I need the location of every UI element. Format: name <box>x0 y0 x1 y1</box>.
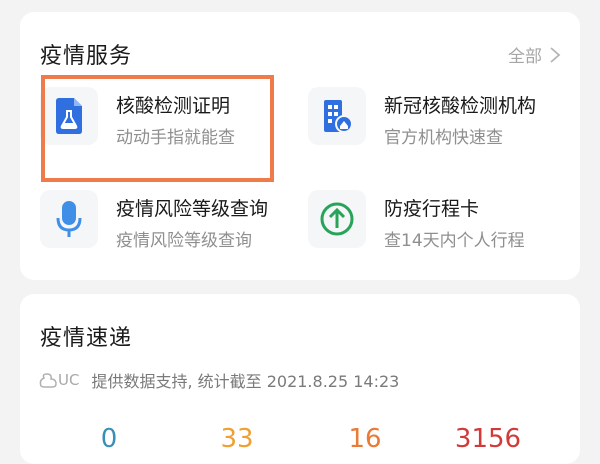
express-title: 疫情速递 <box>40 326 133 351</box>
service-item-title: 疫情风险等级查询 <box>116 198 269 220</box>
service-item-subtitle: 官方机构快速查 <box>384 128 503 148</box>
view-all-label: 全部 <box>508 47 542 67</box>
epidemic-services-card: 疫情服务 全部 核酸检测证明 动动手指就能查 新冠核酸检测机构 官方机构快速查 … <box>20 12 580 280</box>
uc-brand-text: UC <box>58 371 80 389</box>
microphone-icon <box>40 190 98 248</box>
service-item-testing-institutions[interactable]: 新冠核酸检测机构 官方机构快速查 <box>308 87 568 157</box>
service-item-title: 防疫行程卡 <box>384 198 480 220</box>
services-title: 疫情服务 <box>40 44 133 69</box>
hospital-building-icon <box>308 87 366 145</box>
upload-circle-icon <box>308 190 366 248</box>
service-item-title: 新冠核酸检测机构 <box>384 95 537 117</box>
data-source-line: UC 提供数据支持, 统计截至 2021.8.25 14:23 <box>38 368 399 392</box>
chevron-right-icon <box>550 46 561 63</box>
lab-flask-document-icon <box>40 87 98 145</box>
uc-logo: UC <box>38 371 79 389</box>
service-item-nucleic-test-proof[interactable]: 核酸检测证明 动动手指就能查 <box>40 87 300 157</box>
service-item-subtitle: 动动手指就能查 <box>116 128 235 148</box>
service-item-risk-level-query[interactable]: 疫情风险等级查询 疫情风险等级查询 <box>40 190 300 260</box>
squirrel-icon <box>39 373 57 388</box>
service-item-subtitle: 疫情风险等级查询 <box>116 231 252 251</box>
service-item-subtitle: 查14天内个人行程 <box>384 231 525 251</box>
view-all-link[interactable]: 全部 <box>508 42 562 67</box>
service-item-title: 核酸检测证明 <box>116 95 231 117</box>
source-text: 提供数据支持, 统计截至 2021.8.25 14:23 <box>91 372 400 391</box>
epidemic-express-card: 疫情速递 UC 提供数据支持, 统计截至 2021.8.25 14:23 0 3… <box>20 294 580 464</box>
service-item-travel-card[interactable]: 防疫行程卡 查14天内个人行程 <box>308 190 568 260</box>
